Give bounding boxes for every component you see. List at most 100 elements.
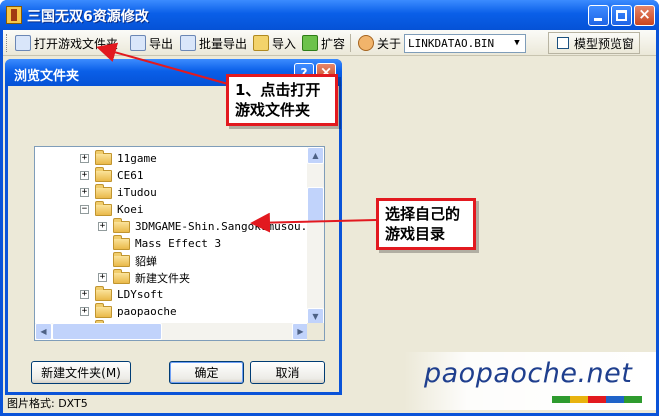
watermark-color-bar [552,396,642,403]
horizontal-scrollbar[interactable]: ◀ ▶ [35,323,309,340]
import-button[interactable]: 导入 [253,33,296,53]
folder-label: Koei [117,203,144,216]
folder-icon [95,166,112,182]
folder-import-icon [253,35,269,51]
toolbar: 打开游戏文件夹 导出 批量导出 导入 扩容 关于 LINKDATAO.BIN ▼… [3,30,656,56]
export-button[interactable]: 导出 [130,33,173,53]
user-icon [358,35,374,51]
toolbar-grip[interactable] [6,34,9,52]
folder-icon [95,183,112,199]
export-label: 导出 [149,36,174,51]
scrollbar-corner [307,323,324,340]
folder-tree-item[interactable]: Mass Effect 3 [98,234,222,252]
close-button[interactable]: × [634,5,655,26]
expand-button[interactable]: 扩容 [302,33,345,53]
folder-label: 貂蝉 [135,254,157,268]
folder-tree-item[interactable]: + LDYsoft [80,285,164,303]
folder-label: Mass Effect 3 [135,237,222,250]
folder-icon [95,285,112,301]
maximize-icon [616,10,627,21]
save-icon [130,35,146,51]
maximize-button[interactable] [611,5,632,26]
watermark: paopaoche.net [404,352,656,410]
folder-label: 11game [117,152,157,165]
model-file-select[interactable]: LINKDATAO.BIN ▼ [404,34,526,53]
folder-icon [113,217,130,233]
batch-export-button[interactable]: 批量导出 [180,33,247,53]
image-icon [180,35,196,51]
folder-label: CE61 [117,169,144,182]
folder-tree-item[interactable]: 貂蝉 [98,251,157,269]
model-preview-label: 模型预览窗 [574,36,635,51]
folder-open-icon [15,35,31,51]
folder-icon [113,268,130,284]
plus-icon [302,35,318,51]
folder-tree-item[interactable]: + 新建文件夹 [98,268,190,286]
watermark-color-segment [624,396,642,403]
watermark-color-segment [588,396,606,403]
folder-tree[interactable]: +11game + CE61 + iTudou − Koei +3DMGAME-Shin.Sa… [34,146,325,341]
folder-tree-item[interactable]: − Koei [80,200,144,218]
model-file-value: LINKDATAO.BIN [408,37,495,50]
expand-icon[interactable]: + [80,154,89,163]
expand-icon[interactable]: + [98,273,107,282]
callout-open-folder: 1、点击打开 游戏文件夹 [226,74,338,126]
minimize-icon [594,18,602,21]
vertical-scrollbar[interactable]: ▲ ▼ [307,147,324,325]
scroll-left-button[interactable]: ◀ [35,323,52,340]
expand-label: 扩容 [321,36,346,51]
toolbar-separator [350,34,351,52]
folder-label: 新建文件夹 [135,271,190,285]
new-folder-button[interactable]: 新建文件夹(M) [31,361,131,384]
open-folder-button[interactable]: 打开游戏文件夹 [15,33,118,53]
watermark-text: paopaoche.net [424,358,633,389]
watermark-color-segment [570,396,588,403]
callout-select-line1: 选择自己的 [385,205,461,223]
window-title: 三国无双6资源修改 [27,9,149,25]
about-label: 关于 [377,36,402,51]
folder-icon [113,234,130,250]
vertical-scroll-thumb[interactable] [307,187,324,223]
batch-export-label: 批量导出 [199,36,248,51]
collapse-icon[interactable]: − [80,205,89,214]
folder-icon [113,251,130,267]
folder-tree-item[interactable]: + CE61 [80,166,144,184]
minimize-button[interactable] [588,5,609,26]
cancel-button[interactable]: 取消 [250,361,325,384]
folder-tree-item[interactable]: +11game [80,149,157,167]
callout-open-line2: 游戏文件夹 [235,101,311,119]
title-bar[interactable]: 三国无双6资源修改 × [0,0,659,30]
expand-icon[interactable]: + [80,171,89,180]
expand-icon[interactable]: + [80,307,89,316]
scroll-up-button[interactable]: ▲ [307,147,324,164]
watermark-color-segment [606,396,624,403]
folder-label: iTudou [117,186,157,199]
folder-icon [95,149,112,165]
horizontal-scroll-thumb[interactable] [52,323,162,340]
folder-label: paopaoche [117,305,177,318]
folder-label: 3DMGAME-Shin.Sangokumusou.6.w [135,220,325,233]
status-text: 图片格式: DXT5 [7,397,88,410]
callout-select-directory: 选择自己的 游戏目录 [376,198,476,250]
dialog-body: +11game + CE61 + iTudou − Koei +3DMGAME-Shin.Sa… [8,86,339,392]
expand-icon[interactable]: + [80,290,89,299]
app-icon [6,6,22,24]
ok-button[interactable]: 确定 [169,361,244,384]
open-folder-label: 打开游戏文件夹 [34,36,119,51]
chevron-down-icon[interactable]: ▼ [509,35,525,52]
folder-icon [95,200,112,216]
callout-select-line2: 游戏目录 [385,225,446,243]
folder-label: LDYsoft [117,288,164,301]
about-button[interactable]: 关于 [358,33,401,53]
close-icon: × [638,5,651,23]
folder-tree-item[interactable]: +3DMGAME-Shin.Sangokumusou.6.w [98,217,325,235]
model-preview-checkbox[interactable]: 模型预览窗 [548,32,640,54]
callout-open-line1: 1、点击打开 [235,81,321,99]
folder-tree-item[interactable]: + iTudou [80,183,157,201]
expand-icon[interactable]: + [80,188,89,197]
dialog-title: 浏览文件夹 [14,69,80,84]
folder-tree-item[interactable]: + paopaoche [80,302,177,320]
expand-icon[interactable]: + [98,222,107,231]
import-label: 导入 [272,36,297,51]
checkbox-box[interactable] [557,37,569,49]
